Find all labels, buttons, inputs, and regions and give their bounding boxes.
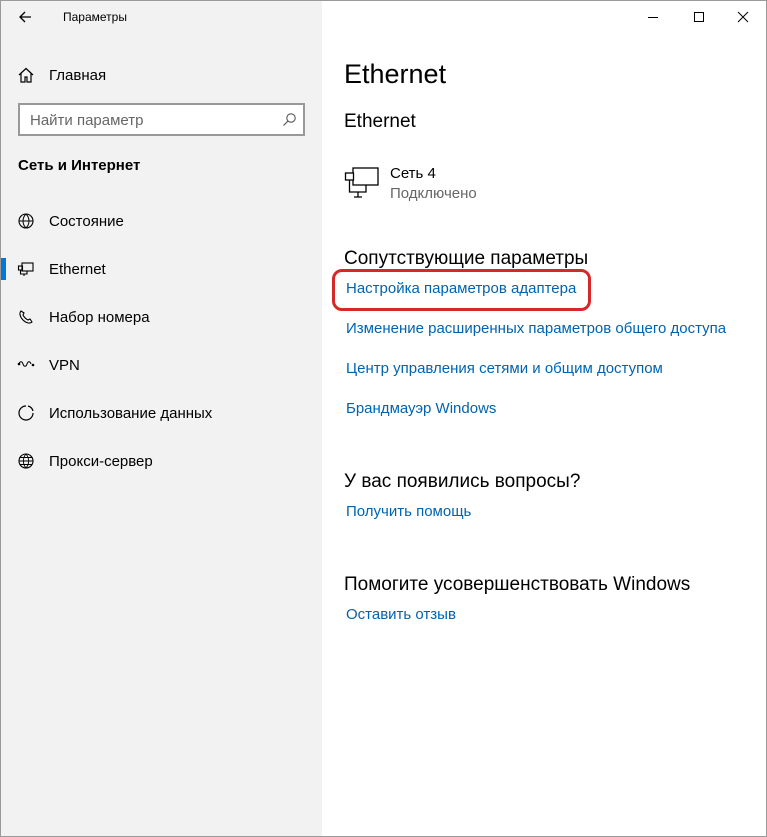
questions-title: У вас появились вопросы?	[344, 471, 581, 492]
globe-status-icon	[17, 212, 35, 230]
home-link[interactable]: Главная	[17, 63, 106, 87]
sidebar: Параметры Главная Сеть и Интернет	[1, 1, 322, 836]
get-help-link[interactable]: Получить помощь	[346, 503, 471, 520]
sidebar-item-status[interactable]: Состояние	[1, 197, 322, 245]
page-title: Ethernet	[344, 59, 447, 89]
settings-window: Параметры Главная Сеть и Интернет	[0, 0, 767, 837]
sidebar-item-label: Состояние	[49, 212, 124, 230]
search-input[interactable]	[30, 111, 270, 129]
app-title: Параметры	[63, 10, 127, 24]
firewall-link[interactable]: Брандмауэр Windows	[346, 400, 496, 417]
search-box[interactable]	[18, 103, 305, 136]
related-settings-title: Сопутствующие параметры	[344, 248, 589, 269]
improve-title: Помогите усовершенствовать Windows	[344, 574, 691, 595]
section-subtitle: Ethernet	[344, 111, 416, 132]
sidebar-item-data-usage[interactable]: Использование данных	[1, 389, 322, 437]
maximize-icon	[694, 12, 704, 22]
dialup-icon	[17, 308, 35, 326]
ethernet-icon	[17, 260, 35, 278]
sidebar-item-dialup[interactable]: Набор номера	[1, 293, 322, 341]
home-icon	[17, 66, 35, 84]
back-button[interactable]	[15, 7, 37, 27]
feedback-link[interactable]: Оставить отзыв	[346, 606, 456, 623]
ethernet-monitor-icon	[344, 165, 380, 204]
window-controls	[626, 1, 766, 33]
home-label: Главная	[49, 66, 107, 84]
close-icon	[737, 11, 749, 23]
sidebar-item-ethernet[interactable]: Ethernet	[1, 245, 322, 293]
maximize-button[interactable]	[676, 1, 722, 33]
minimize-button[interactable]	[630, 1, 676, 33]
network-center-link[interactable]: Центр управления сетями и общим доступом	[346, 360, 663, 377]
section-title: Сеть и Интернет	[18, 157, 141, 174]
network-entry[interactable]: Сеть 4 Подключено	[344, 161, 644, 207]
data-usage-icon	[17, 404, 35, 422]
sidebar-nav: Состояние Ethernet Набор номера VPN Испо…	[1, 197, 322, 485]
sidebar-item-label: VPN	[49, 356, 80, 374]
sidebar-item-proxy[interactable]: Прокси-сервер	[1, 437, 322, 485]
search-icon[interactable]	[281, 112, 297, 128]
network-name: Сеть 4	[390, 165, 436, 182]
network-status: Подключено	[390, 185, 477, 202]
sidebar-item-label: Набор номера	[49, 308, 150, 326]
titlebar-left: Параметры	[1, 1, 322, 33]
vpn-icon	[17, 356, 35, 374]
minimize-icon	[648, 17, 658, 18]
adapter-settings-link[interactable]: Настройка параметров адаптера	[346, 280, 576, 297]
advanced-sharing-link[interactable]: Изменение расширенных параметров общего …	[346, 320, 726, 337]
close-button[interactable]	[720, 1, 766, 33]
sidebar-item-vpn[interactable]: VPN	[1, 341, 322, 389]
sidebar-item-label: Ethernet	[49, 260, 106, 278]
active-indicator	[1, 258, 6, 280]
sidebar-item-label: Прокси-сервер	[49, 452, 153, 470]
sidebar-item-label: Использование данных	[49, 404, 213, 422]
globe-icon	[17, 452, 35, 470]
arrow-left-icon	[19, 11, 31, 23]
